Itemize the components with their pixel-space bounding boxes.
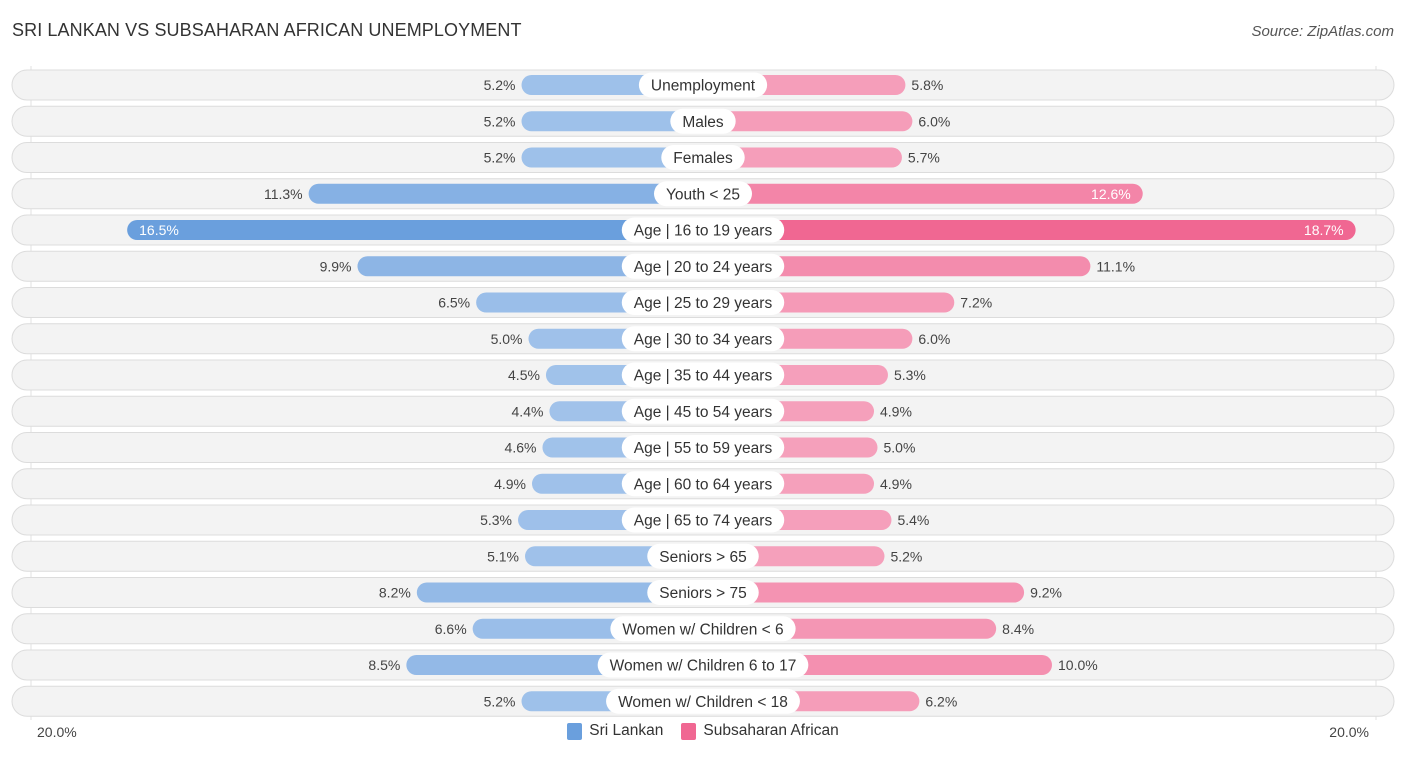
chart-row: 5.2% 5.8% Unemployment <box>11 69 1395 101</box>
value-label-sri-lankan: 5.2% <box>484 693 516 709</box>
chart-row: 8.5% 10.0% Women w/ Children 6 to 17 <box>11 649 1395 681</box>
category-label: Age | 16 to 19 years <box>634 223 773 240</box>
chart-row: 5.2% 6.2% Women w/ Children < 18 <box>11 685 1395 717</box>
value-label-sri-lankan: 6.5% <box>438 295 470 311</box>
category-label: Seniors > 75 <box>659 585 746 602</box>
value-label-subsaharan-african: 6.0% <box>918 331 950 347</box>
category-label: Youth < 25 <box>666 186 740 203</box>
value-label-sri-lankan: 5.1% <box>487 548 519 564</box>
diverging-bar-chart: 5.2% 5.8% Unemployment 5.2% 6.0% Males 5.2% 5.7… <box>11 66 1395 720</box>
chart-row: 6.6% 8.4% Women w/ Children < 6 <box>11 613 1395 645</box>
chart-row: 5.3% 5.4% Age | 65 to 74 years <box>11 504 1395 536</box>
value-label-sri-lankan: 5.2% <box>484 150 516 166</box>
chart-row: 5.2% 6.0% Males <box>11 105 1395 137</box>
category-label: Age | 60 to 64 years <box>634 476 773 493</box>
category-label: Women w/ Children < 6 <box>622 621 783 638</box>
chart-row: 6.5% 7.2% Age | 25 to 29 years <box>11 287 1395 318</box>
value-label-sri-lankan: 4.5% <box>508 367 540 383</box>
value-label-subsaharan-african: 7.2% <box>960 295 992 311</box>
category-label: Women w/ Children < 18 <box>618 694 788 711</box>
value-label-subsaharan-african: 8.4% <box>1002 621 1034 637</box>
legend-label: Sri Lankan <box>589 722 664 739</box>
chart-row: 5.2% 5.7% Females <box>11 142 1395 173</box>
value-label-sri-lankan: 5.2% <box>484 77 516 93</box>
chart-row: 4.4% 4.9% Age | 45 to 54 years <box>11 395 1395 427</box>
value-label-sri-lankan: 8.2% <box>379 585 411 601</box>
chart-row: 4.5% 5.3% Age | 35 to 44 years <box>11 359 1395 391</box>
value-label-sri-lankan: 6.6% <box>435 621 467 637</box>
chart-row: 4.9% 4.9% Age | 60 to 64 years <box>11 468 1395 500</box>
value-label-subsaharan-african: 5.7% <box>908 150 940 166</box>
value-label-subsaharan-african: 5.8% <box>911 77 943 93</box>
chart-row: 5.0% 6.0% Age | 30 to 34 years <box>11 323 1395 355</box>
value-label-subsaharan-african: 5.4% <box>897 512 929 528</box>
value-label-sri-lankan: 5.0% <box>491 331 523 347</box>
value-label-subsaharan-african: 12.6% <box>1091 186 1131 202</box>
legend-label: Subsaharan African <box>703 722 839 739</box>
bar-sri-lankan[interactable] <box>308 183 713 204</box>
bar-subsaharan-african[interactable] <box>693 183 1143 204</box>
value-label-subsaharan-african: 5.2% <box>890 548 922 564</box>
chart-row: 11.3% 12.6% Youth < 25 <box>11 178 1395 210</box>
legend-item-sri-lankan[interactable]: Sri Lankan <box>567 722 663 740</box>
category-label: Age | 35 to 44 years <box>634 368 773 385</box>
category-label: Age | 45 to 54 years <box>634 404 773 421</box>
category-label: Seniors > 65 <box>659 549 746 566</box>
category-label: Age | 30 to 34 years <box>634 331 773 348</box>
category-label: Unemployment <box>651 78 756 95</box>
value-label-sri-lankan: 4.6% <box>505 440 537 456</box>
category-label: Age | 25 to 29 years <box>634 295 773 312</box>
chart-row: 16.5% 18.7% Age | 16 to 19 years <box>11 214 1395 246</box>
value-label-sri-lankan: 8.5% <box>368 657 400 673</box>
value-label-subsaharan-african: 5.3% <box>894 367 926 383</box>
value-label-subsaharan-african: 4.9% <box>880 403 912 419</box>
category-label: Age | 20 to 24 years <box>634 259 773 276</box>
category-label: Women w/ Children 6 to 17 <box>610 658 797 675</box>
value-label-sri-lankan: 16.5% <box>139 222 179 238</box>
chart-row: 9.9% 11.1% Age | 20 to 24 years <box>11 250 1395 282</box>
chart-row: 5.1% 5.2% Seniors > 65 <box>11 540 1395 572</box>
value-label-subsaharan-african: 6.0% <box>918 113 950 129</box>
chart-row: 8.2% 9.2% Seniors > 75 <box>11 577 1395 608</box>
value-label-sri-lankan: 5.3% <box>480 512 512 528</box>
category-label: Age | 65 to 74 years <box>634 513 773 530</box>
category-label: Males <box>682 114 724 131</box>
value-label-subsaharan-african: 9.2% <box>1030 585 1062 601</box>
category-label: Age | 55 to 59 years <box>634 440 773 457</box>
value-label-subsaharan-african: 6.2% <box>925 693 957 709</box>
legend-item-subsaharan-african[interactable]: Subsaharan African <box>681 722 839 740</box>
value-label-subsaharan-african: 18.7% <box>1304 222 1344 238</box>
value-label-subsaharan-african: 4.9% <box>880 476 912 492</box>
value-label-subsaharan-african: 10.0% <box>1058 657 1098 673</box>
value-label-subsaharan-african: 5.0% <box>884 440 916 456</box>
bar-subsaharan-african[interactable] <box>693 220 1356 240</box>
legend-swatch-sri-lankan <box>567 722 583 740</box>
chart-row: 4.6% 5.0% Age | 55 to 59 years <box>11 432 1395 463</box>
legend-swatch-subsaharan-african <box>681 722 697 740</box>
category-label: Females <box>673 150 733 167</box>
value-label-sri-lankan: 4.9% <box>494 476 526 492</box>
legend: Sri Lankan Subsaharan African <box>0 722 1406 740</box>
value-label-sri-lankan: 4.4% <box>512 403 544 419</box>
value-label-sri-lankan: 5.2% <box>484 113 516 129</box>
value-label-subsaharan-african: 11.1% <box>1096 258 1135 274</box>
value-label-sri-lankan: 9.9% <box>320 258 352 274</box>
value-label-sri-lankan: 11.3% <box>264 186 303 202</box>
